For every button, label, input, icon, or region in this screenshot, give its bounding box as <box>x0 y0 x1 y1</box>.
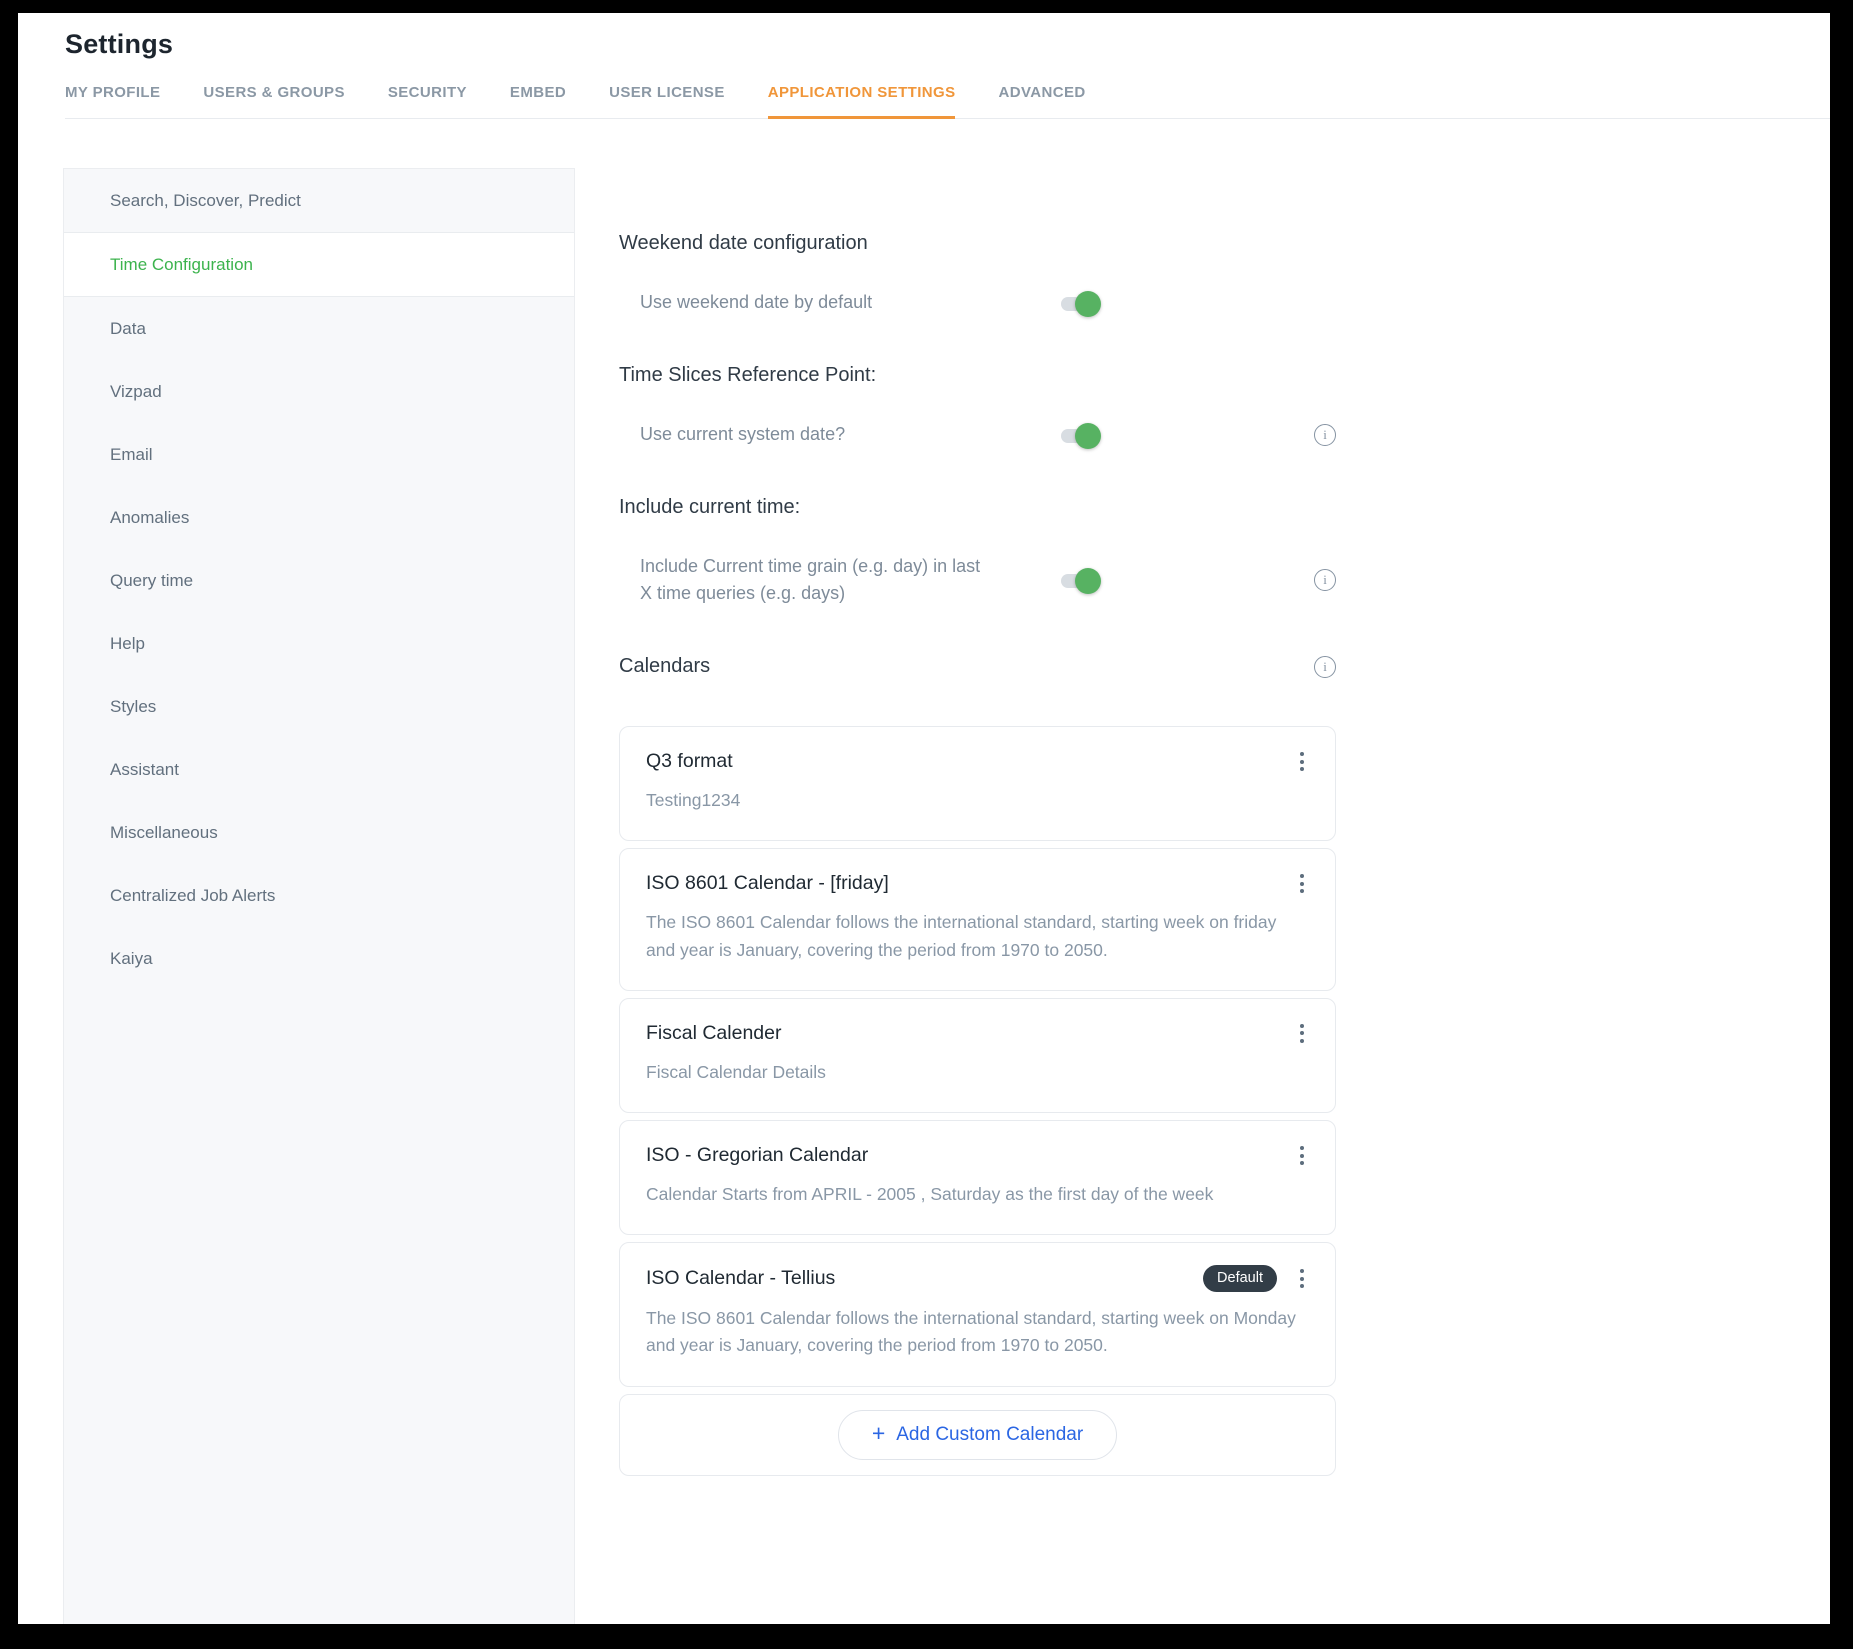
add-custom-calendar-label: Add Custom Calendar <box>896 1424 1083 1446</box>
info-icon[interactable]: i <box>1314 424 1336 446</box>
calendar-name: Fiscal Calender <box>646 1022 781 1045</box>
sidebar-item[interactable]: Miscellaneous <box>64 801 574 864</box>
settings-tab[interactable]: USER LICENSE <box>609 84 725 119</box>
setting-row: Use current system date? i <box>619 421 1336 448</box>
settings-group: Time Slices Reference Point: Use current… <box>619 364 1336 448</box>
calendar-card: ISO - Gregorian Calendar Calendar Starts… <box>619 1120 1336 1235</box>
setting-label: Use current system date? <box>640 421 1061 448</box>
toggle-switch-on[interactable] <box>1061 429 1099 443</box>
settings-tab[interactable]: EMBED <box>510 84 566 119</box>
calendars-header: Calendars i <box>619 655 1336 678</box>
main-panel: Weekend date configuration Use weekend d… <box>575 119 1830 1624</box>
sidebar-item-label: Miscellaneous <box>110 823 218 842</box>
calendars-heading: Calendars <box>619 655 710 678</box>
settings-tab[interactable]: MY PROFILE <box>65 84 160 119</box>
sidebar-item-label: Anomalies <box>110 508 189 527</box>
sidebar-item[interactable]: Centralized Job Alerts <box>64 864 574 927</box>
sidebar-item-label: Vizpad <box>110 382 162 401</box>
sidebar-item[interactable]: Time Configuration <box>64 233 574 297</box>
calendar-card: ISO 8601 Calendar - [friday] The ISO 860… <box>619 848 1336 991</box>
sidebar-item[interactable]: Query time <box>64 549 574 612</box>
content-area: Search, Discover, Predict Time Configura… <box>18 119 1830 1624</box>
settings-tab[interactable]: APPLICATION SETTINGS <box>768 84 956 119</box>
group-heading: Include current time: <box>619 496 1336 519</box>
add-calendar-card: + Add Custom Calendar <box>619 1394 1336 1476</box>
setting-row: Use weekend date by default <box>619 289 1336 316</box>
more-options-icon[interactable] <box>1295 1266 1309 1291</box>
sidebar-item[interactable]: Assistant <box>64 738 574 801</box>
sidebar-item[interactable]: Styles <box>64 675 574 738</box>
sidebar-item[interactable]: Kaiya <box>64 927 574 990</box>
info-icon[interactable]: i <box>1314 656 1336 678</box>
toggle-thumb <box>1075 423 1101 449</box>
sidebar-item[interactable]: Email <box>64 423 574 486</box>
sidebar-item-label: Time Configuration <box>110 255 253 274</box>
settings-page: Settings MY PROFILE USERS & GROUPS SECUR… <box>18 13 1830 1624</box>
add-custom-calendar-button[interactable]: + Add Custom Calendar <box>838 1410 1117 1460</box>
sidebar-item[interactable]: Anomalies <box>64 486 574 549</box>
settings-group: Weekend date configuration Use weekend d… <box>619 232 1336 316</box>
default-badge: Default <box>1203 1265 1277 1292</box>
calendar-description: Fiscal Calendar Details <box>646 1059 1309 1086</box>
sidebar-item-label: Styles <box>110 697 156 716</box>
sidebar-item[interactable]: Data <box>64 297 574 360</box>
calendar-list: Q3 format Testing1234 <box>619 726 1336 1476</box>
sidebar-item[interactable]: Search, Discover, Predict <box>64 169 574 233</box>
sidebar-item-label: Email <box>110 445 153 464</box>
page-header: Settings MY PROFILE USERS & GROUPS SECUR… <box>18 13 1830 119</box>
settings-tab[interactable]: SECURITY <box>388 84 467 119</box>
toggle-switch-on[interactable] <box>1061 297 1099 311</box>
page-title: Settings <box>65 29 1830 60</box>
group-heading: Weekend date configuration <box>619 232 1336 255</box>
calendar-name: ISO 8601 Calendar - [friday] <box>646 872 889 895</box>
sidebar-item-label: Assistant <box>110 760 179 779</box>
settings-sidebar: Search, Discover, Predict Time Configura… <box>63 168 575 1624</box>
calendar-card: ISO Calendar - Tellius Default The ISO 8… <box>619 1242 1336 1386</box>
settings-group: Include current time: Include Current ti… <box>619 496 1336 607</box>
toggle-thumb <box>1075 291 1101 317</box>
screenshot-frame: Settings MY PROFILE USERS & GROUPS SECUR… <box>0 0 1853 1649</box>
calendar-name: ISO - Gregorian Calendar <box>646 1144 868 1167</box>
settings-tab-bar: MY PROFILE USERS & GROUPS SECURITY EMBED… <box>65 84 1830 119</box>
more-options-icon[interactable] <box>1295 871 1309 896</box>
more-options-icon[interactable] <box>1295 749 1309 774</box>
setting-row: Include Current time grain (e.g. day) in… <box>619 553 1336 607</box>
setting-label: Include Current time grain (e.g. day) in… <box>640 553 1061 607</box>
more-options-icon[interactable] <box>1295 1143 1309 1168</box>
info-icon[interactable]: i <box>1314 569 1336 591</box>
sidebar-item[interactable]: Vizpad <box>64 360 574 423</box>
settings-tab[interactable]: USERS & GROUPS <box>203 84 344 119</box>
sidebar-item[interactable]: Help <box>64 612 574 675</box>
calendar-card: Fiscal Calender Fiscal Calendar Details <box>619 998 1336 1113</box>
sidebar-item-label: Data <box>110 319 146 338</box>
sidebar-item-label: Help <box>110 634 145 653</box>
toggle-switch-on[interactable] <box>1061 574 1099 588</box>
calendar-name: ISO Calendar - Tellius <box>646 1267 835 1290</box>
toggle-thumb <box>1075 568 1101 594</box>
calendar-name: Q3 format <box>646 750 733 773</box>
calendar-card: Q3 format Testing1234 <box>619 726 1336 841</box>
settings-tab[interactable]: ADVANCED <box>998 84 1085 119</box>
sidebar-item-label: Centralized Job Alerts <box>110 886 275 905</box>
sidebar-item-label: Query time <box>110 571 193 590</box>
sidebar-item-label: Search, Discover, Predict <box>110 191 301 210</box>
calendar-description: The ISO 8601 Calendar follows the intern… <box>646 909 1309 964</box>
calendar-description: Testing1234 <box>646 787 1309 814</box>
sidebar-item-label: Kaiya <box>110 949 153 968</box>
calendar-description: Calendar Starts from APRIL - 2005 , Satu… <box>646 1181 1309 1208</box>
calendar-description: The ISO 8601 Calendar follows the intern… <box>646 1305 1309 1360</box>
group-heading: Time Slices Reference Point: <box>619 364 1336 387</box>
setting-label: Use weekend date by default <box>640 289 1061 316</box>
more-options-icon[interactable] <box>1295 1021 1309 1046</box>
plus-icon: + <box>872 1422 885 1445</box>
